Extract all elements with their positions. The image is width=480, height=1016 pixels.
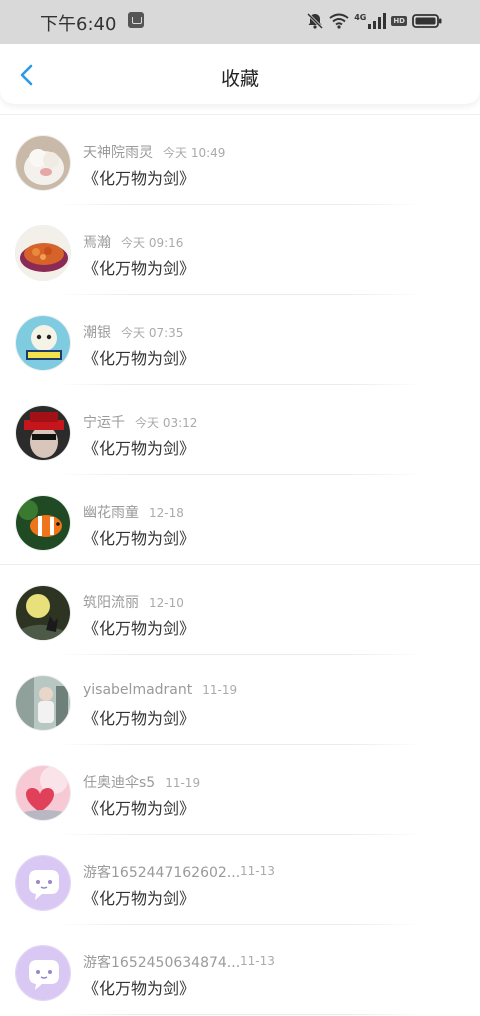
favorite-title: 《化万物为剑》 <box>83 349 196 368</box>
clownfish-avatar[interactable] <box>15 495 71 551</box>
signal-icon <box>368 13 387 29</box>
username-text: 游客1652450634874... <box>83 955 241 971</box>
timestamp: 11-13 <box>240 954 275 968</box>
favorite-title: 《化万物为剑》 <box>83 169 196 188</box>
username: 天神院雨灵 今天 10:49 <box>83 142 225 162</box>
favorite-title: 《化万物为剑》 <box>83 979 196 998</box>
username: 筑阳流丽 12-10 <box>83 592 184 612</box>
username-text: 任奥迪伞s5 <box>83 775 156 791</box>
timestamp: 今天 03:12 <box>135 416 198 430</box>
status-bar: 下午6:40 4G HD <box>0 0 480 44</box>
timestamp: 11-19 <box>202 683 238 697</box>
default-chat-avatar[interactable] <box>15 855 71 911</box>
battery-icon <box>412 14 442 28</box>
timestamp: 12-18 <box>149 506 184 520</box>
favorite-title: 《化万物为剑》 <box>83 799 196 818</box>
username-text: 宁运千 <box>83 415 125 431</box>
favorite-title: 《化万物为剑》 <box>83 709 196 728</box>
list-item[interactable]: 潮银 今天 07:35 《化万物为剑》 <box>0 295 480 385</box>
list-item[interactable]: yisabelmadrant 11-19 《化万物为剑》 <box>0 655 480 745</box>
list-item[interactable]: 天神院雨灵 今天 10:49 《化万物为剑》 <box>0 115 480 205</box>
favorite-title: 《化万物为剑》 <box>83 619 196 638</box>
wifi-icon <box>329 13 349 29</box>
timestamp: 11-19 <box>165 776 201 790</box>
timestamp: 今天 10:49 <box>163 146 226 160</box>
username-text: 天神院雨灵 <box>83 145 153 161</box>
list-item[interactable]: 幽花雨童 12-18 《化万物为剑》 <box>0 475 480 565</box>
red-hat-avatar[interactable] <box>15 405 71 461</box>
favorites-list: 天神院雨灵 今天 10:49 《化万物为剑》 焉瀚 今天 09:16 《化万物为剑》… <box>0 114 480 1015</box>
username-text: 游客1652447162602... <box>83 865 241 881</box>
list-item[interactable]: 宁运千 今天 03:12 《化万物为剑》 <box>0 385 480 475</box>
list-item[interactable]: 筑阳流丽 12-10 《化万物为剑》 <box>0 565 480 655</box>
username-text: yisabelmadrant <box>83 682 193 698</box>
status-icons: 4G HD <box>306 10 442 32</box>
username: 幽花雨童 12-18 <box>83 502 184 522</box>
list-item[interactable]: 焉瀚 今天 09:16 《化万物为剑》 <box>0 205 480 295</box>
list-item[interactable]: 游客1652450634874... 11-13 《化万物为剑》 <box>0 925 480 1015</box>
favorite-title: 《化万物为剑》 <box>83 439 196 458</box>
timestamp: 11-13 <box>240 864 275 878</box>
default-chat-avatar[interactable] <box>15 945 71 1001</box>
username-text: 筑阳流丽 <box>83 595 139 611</box>
username: 任奥迪伞s5 11-19 <box>83 772 200 792</box>
username: 宁运千 今天 03:12 <box>83 412 197 432</box>
username: 潮银 今天 07:35 <box>83 322 183 342</box>
cartoon-avatar[interactable] <box>15 315 71 371</box>
favorite-title: 《化万物为剑》 <box>83 529 196 548</box>
timestamp: 今天 07:35 <box>121 326 184 340</box>
hd-badge: HD <box>391 16 407 26</box>
timestamp: 12-10 <box>149 596 184 610</box>
username-text: 幽花雨童 <box>83 505 139 521</box>
username: yisabelmadrant 11-19 <box>83 682 237 698</box>
username: 焉瀚 今天 09:16 <box>83 232 183 252</box>
pink-hearts-avatar[interactable] <box>15 765 71 821</box>
favorite-title: 《化万物为剑》 <box>83 259 196 278</box>
username-text: 潮银 <box>83 325 111 341</box>
list-item[interactable]: 任奥迪伞s5 11-19 《化万物为剑》 <box>0 745 480 835</box>
favorite-title: 《化万物为剑》 <box>83 889 196 908</box>
username-text: 焉瀚 <box>83 235 111 251</box>
food-bowl-avatar[interactable] <box>15 225 71 281</box>
username: 游客1652447162602... <box>83 862 240 882</box>
nav-bar: 收藏 <box>0 44 480 104</box>
photo-avatar[interactable] <box>15 675 71 731</box>
timestamp: 今天 09:16 <box>121 236 184 250</box>
status-time: 下午6:40 <box>40 14 117 35</box>
white-cat-avatar[interactable] <box>15 135 71 191</box>
network-type: 4G <box>354 12 367 22</box>
page-title: 收藏 <box>220 68 259 90</box>
moon-wolf-avatar[interactable] <box>15 585 71 641</box>
list-item[interactable]: 游客1652447162602... 11-13 《化万物为剑》 <box>0 835 480 925</box>
username: 游客1652450634874... <box>83 952 240 972</box>
app-notification-icon <box>128 12 144 28</box>
divider <box>55 1014 425 1015</box>
mute-bell-icon <box>307 12 324 30</box>
